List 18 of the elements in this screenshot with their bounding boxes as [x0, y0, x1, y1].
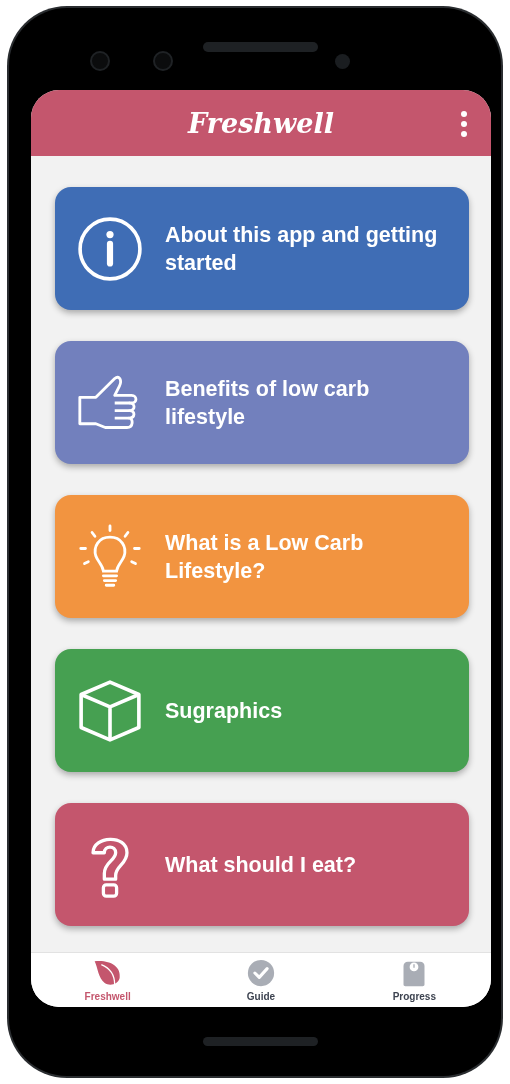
- menu-card[interactable]: Sugraphics: [55, 649, 469, 772]
- checkmark-circle-icon: [246, 958, 276, 987]
- cube-icon: [77, 677, 143, 744]
- more-options-icon[interactable]: [461, 111, 467, 137]
- camera-icon: [90, 51, 110, 71]
- menu-card[interactable]: Benefits of low carb lifestyle: [55, 341, 469, 464]
- camera-icon: [153, 51, 173, 71]
- sensor-dot: [335, 54, 350, 69]
- app-logo: Freshwell: [188, 107, 334, 139]
- tab[interactable]: Progress: [337, 953, 491, 1007]
- tab[interactable]: Freshwell: [31, 953, 185, 1007]
- menu-card[interactable]: What should I eat?: [55, 803, 469, 926]
- leaf-icon: [92, 958, 123, 987]
- tab[interactable]: Guide: [184, 953, 338, 1007]
- lightbulb-icon: [77, 523, 143, 590]
- menu-card[interactable]: About this app and getting started: [55, 187, 469, 310]
- info-icon: [77, 215, 143, 282]
- menu-card[interactable]: What is a Low Carb Lifestyle?: [55, 495, 469, 618]
